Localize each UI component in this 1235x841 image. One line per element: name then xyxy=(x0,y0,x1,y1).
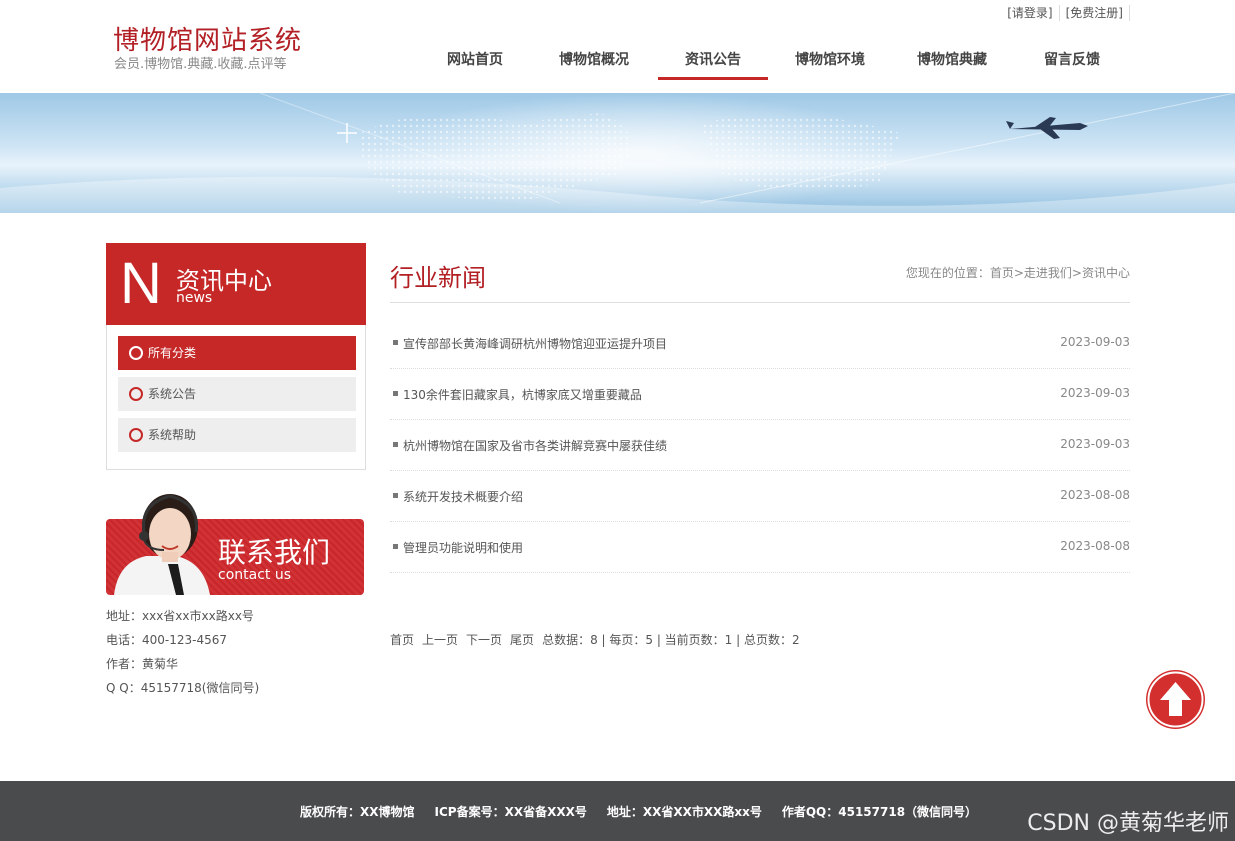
sidebar-item-all[interactable]: 所有分类 xyxy=(118,336,356,370)
news-title[interactable]: 杭州博物馆在国家及省市各类讲解竞赛中屡获佳绩 xyxy=(403,437,667,454)
back-to-top-button[interactable] xyxy=(1146,670,1205,729)
circle-icon xyxy=(129,346,143,360)
nav-item-news[interactable]: 资讯公告 xyxy=(658,44,768,80)
news-title[interactable]: 管理员功能说明和使用 xyxy=(403,539,523,556)
nav-item-home[interactable]: 网站首页 xyxy=(420,44,530,80)
news-title[interactable]: 系统开发技术概要介绍 xyxy=(403,488,523,505)
contact-banner: 联系我们 contact us xyxy=(106,484,364,595)
list-item[interactable]: 管理员功能说明和使用 2023-08-08 xyxy=(390,522,1130,573)
contact-author: 作者：黄菊华 xyxy=(106,657,179,671)
page-title: 行业新闻 xyxy=(390,264,486,292)
contact-title: 联系我们 xyxy=(218,536,331,569)
news-title[interactable]: 130余件套旧藏家具，杭博家底又增重要藏品 xyxy=(403,386,642,403)
arrow-up-icon xyxy=(1147,671,1204,728)
list-item[interactable]: 杭州博物馆在国家及省市各类讲解竞赛中屡获佳绩 2023-09-03 xyxy=(390,420,1130,471)
footer-info: 版权所有：XX博物馆 ICP备案号：XX省备XXX号 地址：XX省XX市XX路x… xyxy=(300,803,977,820)
nav-item-feedback[interactable]: 留言反馈 xyxy=(1012,44,1132,80)
news-date: 2023-09-03 xyxy=(1060,437,1130,451)
circle-icon xyxy=(129,428,143,442)
bullet-icon xyxy=(393,340,398,345)
footer: 版权所有：XX博物馆 ICP备案号：XX省备XXX号 地址：XX省XX市XX路x… xyxy=(0,781,1235,841)
watermark: CSDN @黄菊华老师 xyxy=(1027,811,1229,836)
sidebar-item-label: 系统帮助 xyxy=(148,428,197,442)
sidebar-item-announcements[interactable]: 系统公告 xyxy=(118,377,356,411)
page: 博物馆网站系统 会员.博物馆.典藏.收藏.点评等 [请登录] [免费注册] 网站… xyxy=(0,0,1235,841)
customer-service-avatar-icon xyxy=(114,494,210,595)
contact-address: 地址：xxx省xx市xx路xx号 xyxy=(106,609,254,623)
register-link[interactable]: [免费注册] xyxy=(1060,5,1130,21)
footer-icp: ICP备案号：XX省备XXX号 xyxy=(434,805,587,819)
bullet-icon xyxy=(393,493,398,498)
pager-summary: 总数据：8 | 每页：5 | 当前页数：1 | 总页数：2 xyxy=(542,633,800,647)
login-link[interactable]: [请登录] xyxy=(1001,5,1060,21)
nav-item-collection[interactable]: 博物馆典藏 xyxy=(892,44,1012,80)
nav-item-environment[interactable]: 博物馆环境 xyxy=(768,44,892,80)
pager-last[interactable]: 尾页 xyxy=(510,631,534,648)
list-item[interactable]: 系统开发技术概要介绍 2023-08-08 xyxy=(390,471,1130,522)
sidebar-category-list: 所有分类 系统公告 系统帮助 xyxy=(106,325,366,470)
main-nav: 网站首页 博物馆概况 资讯公告 博物馆环境 博物馆典藏 留言反馈 xyxy=(420,44,1132,80)
top-links: [请登录] [免费注册] xyxy=(1001,5,1130,21)
sidebar-item-label: 所有分类 xyxy=(148,346,197,360)
banner-graphic xyxy=(0,93,1235,213)
list-item[interactable]: 宣传部部长黄海峰调研杭州博物馆迎亚运提升项目 2023-09-03 xyxy=(390,318,1130,369)
news-date: 2023-08-08 xyxy=(1060,539,1130,553)
site-subtitle: 会员.博物馆.典藏.收藏.点评等 xyxy=(114,57,287,72)
pager-prev[interactable]: 上一页 xyxy=(422,631,458,648)
news-date: 2023-09-03 xyxy=(1060,386,1130,400)
footer-address: 地址：XX省XX市XX路xx号 xyxy=(606,805,762,819)
footer-copyright: 版权所有：XX博物馆 xyxy=(300,805,415,819)
news-date: 2023-09-03 xyxy=(1060,335,1130,349)
sidebar-item-help[interactable]: 系统帮助 xyxy=(118,418,356,452)
footer-qq: 作者QQ：45157718（微信同号） xyxy=(781,805,978,819)
sidebar-header: N 资讯中心 news xyxy=(106,243,366,325)
circle-icon xyxy=(129,387,143,401)
sidebar-header-en: news xyxy=(176,290,213,306)
pagination: 首页 上一页 下一页 尾页 总数据：8 | 每页：5 | 当前页数：1 | 总页… xyxy=(390,631,800,648)
bullet-icon xyxy=(393,442,398,447)
nav-item-news-label: 资讯公告 xyxy=(685,52,741,68)
sparkle-icon xyxy=(337,123,357,143)
breadcrumb: 您现在的位置：首页>走进我们>资讯中心 xyxy=(905,266,1130,280)
pager-first[interactable]: 首页 xyxy=(390,631,414,648)
banner-image xyxy=(0,93,1235,213)
news-title[interactable]: 宣传部部长黄海峰调研杭州博物馆迎亚运提升项目 xyxy=(403,335,667,352)
site-title[interactable]: 博物馆网站系统 xyxy=(113,20,302,57)
pager-next[interactable]: 下一页 xyxy=(466,631,502,648)
list-item[interactable]: 130余件套旧藏家具，杭博家底又增重要藏品 2023-09-03 xyxy=(390,369,1130,420)
news-date: 2023-08-08 xyxy=(1060,488,1130,502)
bullet-icon xyxy=(393,391,398,396)
airplane-icon xyxy=(1006,117,1088,139)
contact-subtitle: contact us xyxy=(218,567,292,583)
contact-qq: Q Q：45157718(微信同号) xyxy=(106,681,260,695)
nav-item-overview[interactable]: 博物馆概况 xyxy=(530,44,658,80)
news-list: 宣传部部长黄海峰调研杭州博物馆迎亚运提升项目 2023-09-03 130余件套… xyxy=(390,318,1130,573)
contact-phone: 电话：400-123-4567 xyxy=(106,633,228,647)
title-divider xyxy=(390,302,1130,303)
contact-info: 地址：xxx省xx市xx路xx号 电话：400-123-4567 作者：黄菊华 … xyxy=(106,606,259,702)
sidebar-header-letter: N xyxy=(120,251,162,316)
sidebar-item-label: 系统公告 xyxy=(148,387,197,401)
bullet-icon xyxy=(393,544,398,549)
